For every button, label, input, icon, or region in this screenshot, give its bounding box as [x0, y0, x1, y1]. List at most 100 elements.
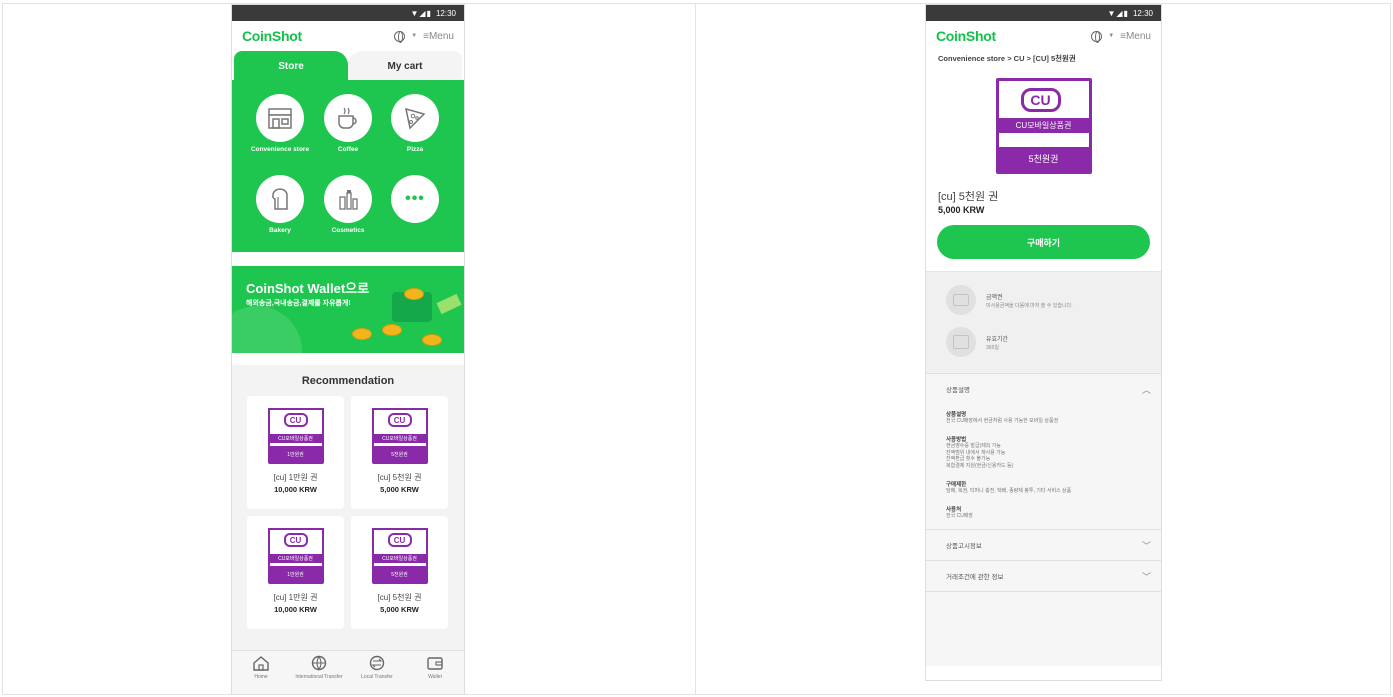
- coinshot-logo[interactable]: CoinShot: [242, 28, 302, 44]
- more-icon: •••: [391, 175, 439, 223]
- signal-battery-icon: ▼◢▮: [1107, 8, 1129, 18]
- coin-image: [404, 288, 424, 300]
- category-more[interactable]: •••: [380, 175, 450, 223]
- store-screen: ▼◢▮ 12:30 CoinShot ▼ ≡Menu Store My cart…: [231, 4, 465, 695]
- cu-voucher-image: CU CU모바일상품권 5천원권: [371, 528, 428, 584]
- chevron-down-icon: ﹀: [1141, 571, 1151, 582]
- calendar-icon: [946, 327, 976, 357]
- product-card[interactable]: CU CU모바일상품권 1만원권 [cu] 1만원 권 10,000 KRW: [247, 516, 344, 629]
- screenshot-frame: [2, 3, 1391, 695]
- product-price: 5,000 KRW: [380, 485, 419, 494]
- voucher-brand: CU모바일상품권: [998, 118, 1089, 133]
- product-card[interactable]: CU CU모바일상품권 5천원권 [cu] 5천원 권 5,000 KRW: [351, 396, 448, 509]
- chevron-down-icon: ▼: [1108, 33, 1115, 39]
- app-header: CoinShot ▼ ≡Menu: [232, 21, 464, 51]
- nav-home[interactable]: Home: [232, 651, 290, 694]
- nav-wallet[interactable]: Wallet: [406, 651, 464, 694]
- category-pizza[interactable]: Pizza: [380, 94, 450, 154]
- bottom-navigation: Home International Transfer Local Transf…: [232, 650, 464, 694]
- tab-store[interactable]: Store: [234, 51, 348, 81]
- wallet-icon: [427, 657, 443, 670]
- product-name: [cu] 5천원 권: [377, 593, 422, 602]
- globe-icon[interactable]: [1091, 30, 1103, 43]
- product-card[interactable]: CU CU모바일상품권 5천원권 [cu] 5천원 권 5,000 KRW: [351, 516, 448, 629]
- cu-logo: CU: [283, 533, 308, 547]
- product-price: 5,000 KRW: [938, 205, 985, 215]
- accordion-header[interactable]: 상품고시정보 ﹀: [926, 530, 1161, 560]
- accordion-product-description: 상품설명 ︿ 상품설명 전국 CU매장에서 현금처럼 사용 가능한 모바일 상품…: [926, 373, 1161, 530]
- status-bar: ▼◢▮ 12:30: [232, 5, 464, 21]
- product-price: 10,000 KRW: [274, 605, 317, 614]
- product-price: 10,000 KRW: [274, 485, 317, 494]
- status-time: 12:30: [1132, 8, 1153, 18]
- product-name: [cu] 5천원 권: [938, 191, 999, 203]
- local-transfer-icon: [369, 655, 385, 671]
- coin-image: [382, 324, 402, 336]
- nav-international-transfer[interactable]: International Transfer: [290, 651, 348, 694]
- category-convenience-store[interactable]: Convenience store: [245, 94, 315, 154]
- info-voucher-type: 금액권 미사용금액을 다음에 마저 쓸 수 있습니다.: [946, 285, 1073, 315]
- cu-logo: CU: [1020, 88, 1061, 112]
- accordion-transaction-terms: 거래조건에 관한 정보 ﹀: [926, 560, 1161, 592]
- bread-icon: [256, 175, 304, 223]
- recommendation-section: Recommendation CU CU모바일상품권 1만원권 [cu] 1만원…: [232, 365, 464, 650]
- status-time: 12:30: [435, 8, 456, 18]
- coffee-icon: [324, 94, 372, 142]
- page-bottom-area: [926, 591, 1161, 667]
- nav-local-transfer[interactable]: Local Transfer: [348, 651, 406, 694]
- cu-logo: CU: [387, 413, 412, 427]
- cu-logo: CU: [283, 413, 308, 427]
- home-icon: [253, 656, 269, 671]
- category-label: Pizza: [406, 146, 424, 153]
- app-header: CoinShot ▼ ≡Menu: [926, 21, 1161, 51]
- product-name: [cu] 1만원 권: [273, 593, 318, 602]
- accordion-header[interactable]: 상품설명 ︿: [926, 374, 1161, 404]
- product-price: 5,000 KRW: [380, 605, 419, 614]
- cu-voucher-image: CU CU모바일상품권 5천원권: [371, 408, 428, 464]
- category-label: Convenience store: [250, 146, 310, 153]
- accordion-product-notice: 상품고시정보 ﹀: [926, 529, 1161, 561]
- ticket-icon: [946, 285, 976, 315]
- panel-divider: [695, 3, 696, 695]
- cu-voucher-image: CU CU모바일상품권 5천원권: [995, 78, 1092, 174]
- category-label: Coffee: [337, 146, 359, 153]
- coinshot-logo[interactable]: CoinShot: [936, 28, 996, 44]
- product-card[interactable]: CU CU모바일상품권 1만원권 [cu] 1만원 권 10,000 KRW: [247, 396, 344, 509]
- recommendation-title: Recommendation: [301, 375, 395, 387]
- chevron-down-icon: ﹀: [1141, 540, 1151, 551]
- accordion-body: 상품설명 전국 CU매장에서 현금처럼 사용 가능한 모바일 상품권 사용방법 …: [946, 412, 1072, 519]
- info-validity: 유효기간 365일: [946, 327, 1008, 357]
- coin-image: [422, 334, 442, 346]
- category-cosmetics[interactable]: Cosmetics: [313, 175, 383, 235]
- product-name: [cu] 5천원 권: [377, 473, 422, 482]
- store-icon: [256, 94, 304, 142]
- breadcrumb[interactable]: Convenience store > CU > [CU] 5천원권: [926, 51, 1161, 66]
- globe-icon[interactable]: [394, 30, 406, 43]
- store-tabs: Store My cart: [232, 51, 464, 81]
- cu-voucher-image: CU CU모바일상품권 1만원권: [267, 528, 324, 584]
- banner-subtitle: 해외송금,국내송금,결제를 자유롭게!: [246, 300, 351, 307]
- status-bar: ▼◢▮ 12:30: [926, 5, 1161, 21]
- international-transfer-icon: [311, 655, 327, 671]
- product-info-panel: 금액권 미사용금액을 다음에 마저 쓸 수 있습니다. 유효기간 365일: [926, 271, 1161, 373]
- chevron-down-icon: ▼: [411, 33, 418, 39]
- cosmetics-icon: [324, 175, 372, 223]
- menu-button[interactable]: ≡Menu: [1120, 31, 1151, 42]
- buy-button[interactable]: 구매하기: [937, 225, 1150, 259]
- tab-my-cart[interactable]: My cart: [348, 51, 462, 81]
- banner-title: CoinShot Wallet으로: [246, 281, 370, 296]
- accordion-header[interactable]: 거래조건에 관한 정보 ﹀: [926, 561, 1161, 591]
- category-coffee[interactable]: Coffee: [313, 94, 383, 154]
- cu-logo: CU: [387, 533, 412, 547]
- cu-voucher-image: CU CU모바일상품권 1만원권: [267, 408, 324, 464]
- category-grid: Convenience store Coffee Pizza Bakery Co…: [232, 80, 464, 252]
- voucher-amount: 5천원권: [1028, 154, 1059, 164]
- product-detail-screen: ▼◢▮ 12:30 CoinShot ▼ ≡Menu Convenience s…: [925, 4, 1162, 681]
- wallet-promo-banner[interactable]: CoinShot Wallet으로 해외송금,국내송금,결제를 자유롭게!: [232, 266, 464, 353]
- category-bakery[interactable]: Bakery: [245, 175, 315, 235]
- category-label: Cosmetics: [331, 227, 365, 234]
- chevron-up-icon: ︿: [1141, 384, 1151, 395]
- category-label: Bakery: [269, 227, 291, 234]
- menu-button[interactable]: ≡Menu: [423, 31, 454, 42]
- product-name: [cu] 1만원 권: [273, 473, 318, 482]
